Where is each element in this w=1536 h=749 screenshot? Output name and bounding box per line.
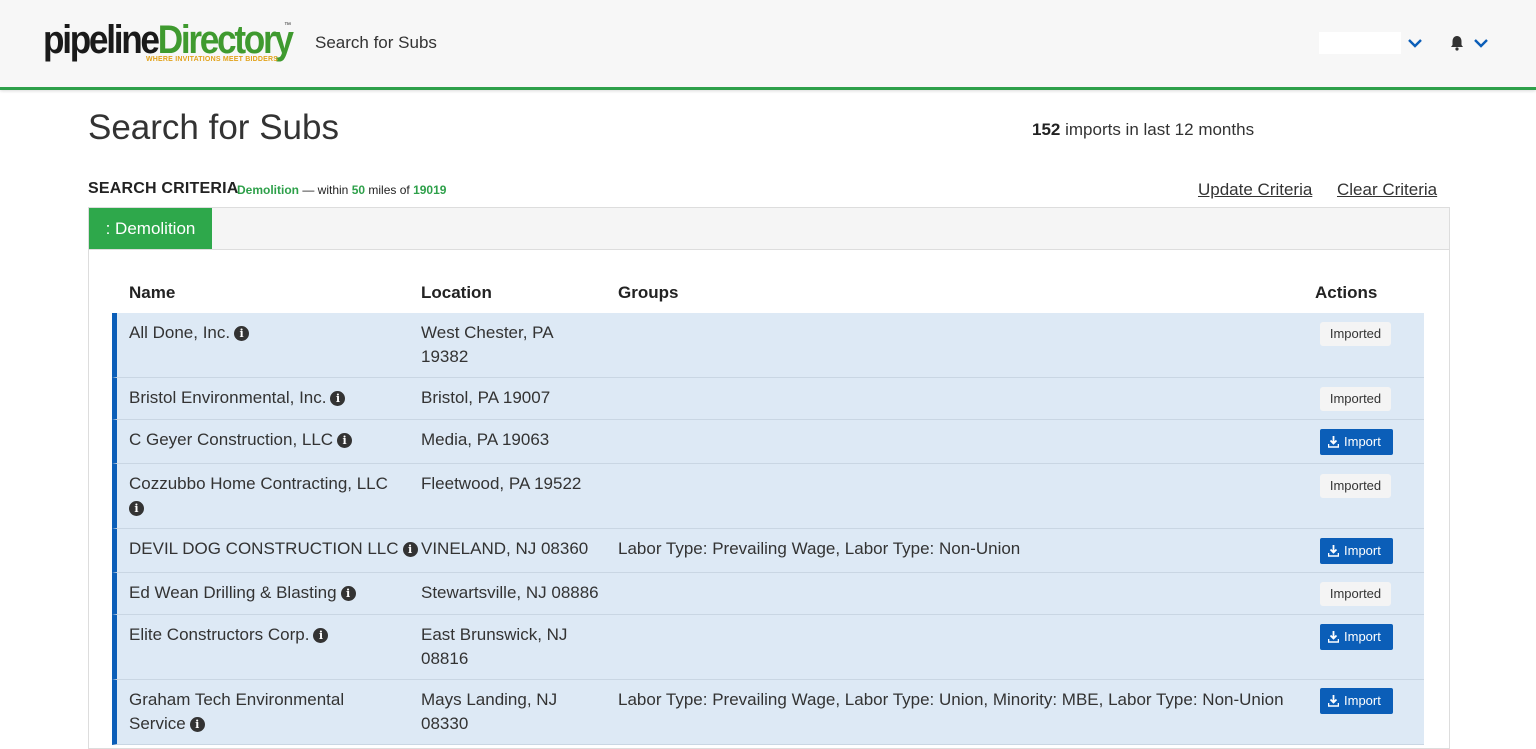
table-row: C Geyer Construction, LLC i Media, PA 190… — [112, 420, 1424, 464]
imported-badge: Imported — [1320, 474, 1391, 498]
imported-badge: Imported — [1320, 322, 1391, 346]
criteria-miles-of-text: miles of — [365, 183, 414, 197]
table-row: All Done, Inc. i West Chester, PA 19382 I… — [112, 313, 1424, 378]
sub-name-text: C Geyer Construction, LLC — [129, 430, 334, 449]
sub-location: Stewartsville, NJ 08886 — [421, 583, 599, 602]
sub-name[interactable]: Ed Wean Drilling & Blasting i — [129, 581, 419, 605]
sub-location: West Chester, PA 19382 — [421, 323, 553, 366]
import-button[interactable]: Import — [1320, 688, 1393, 714]
sub-groups: Labor Type: Prevailing Wage, Labor Type:… — [618, 690, 1284, 709]
criteria-trade: Demolition — [237, 183, 299, 197]
clear-criteria-link[interactable]: Clear Criteria — [1337, 180, 1437, 200]
chevron-down-icon[interactable] — [1406, 34, 1424, 52]
import-button-label: Import — [1344, 693, 1381, 708]
imports-count: 152 — [1032, 120, 1061, 139]
imports-text: imports in last 12 months — [1060, 120, 1255, 139]
info-icon[interactable]: i — [402, 542, 418, 557]
sub-location: Bristol, PA 19007 — [421, 388, 551, 407]
info-icon[interactable]: i — [129, 501, 144, 516]
table-row: Bristol Environmental, Inc. i Bristol, PA… — [112, 378, 1424, 420]
column-header-name: Name — [129, 283, 176, 302]
table-row: Graham Tech Environmental Service i Mays … — [112, 680, 1424, 745]
column-header-actions: Actions — [1315, 283, 1378, 302]
notifications-chevron-down-icon[interactable] — [1472, 34, 1490, 52]
info-icon[interactable]: i — [234, 326, 250, 341]
import-button-label: Import — [1344, 629, 1381, 644]
download-icon — [1328, 436, 1339, 448]
subs-table: All Done, Inc. i West Chester, PA 19382 I… — [112, 313, 1424, 745]
imports-summary: 152 imports in last 12 months — [1032, 120, 1254, 140]
sub-name[interactable]: Elite Constructors Corp. i — [129, 623, 419, 647]
bell-icon[interactable] — [1448, 34, 1466, 52]
sub-location: Mays Landing, NJ 08330 — [421, 690, 558, 733]
sub-name[interactable]: DEVIL DOG CONSTRUCTION LLC i — [129, 537, 419, 561]
info-icon[interactable]: i — [189, 717, 205, 732]
nav-search-for-subs[interactable]: Search for Subs — [315, 33, 437, 53]
import-button-label: Import — [1344, 434, 1381, 449]
sub-location: VINELAND, NJ 08360 — [421, 539, 589, 558]
info-icon[interactable]: i — [337, 433, 353, 448]
import-button[interactable]: Import — [1320, 624, 1393, 650]
import-button[interactable]: Import — [1320, 429, 1393, 455]
sub-name[interactable]: C Geyer Construction, LLC i — [129, 428, 409, 452]
sub-name-text: Ed Wean Drilling & Blasting — [129, 583, 337, 602]
table-row: Ed Wean Drilling & Blasting i Stewartsvil… — [112, 573, 1424, 615]
import-button-label: Import — [1344, 543, 1381, 558]
sub-name[interactable]: Graham Tech Environmental Service i — [129, 688, 359, 736]
table-row: DEVIL DOG CONSTRUCTION LLC i VINELAND, NJ… — [112, 529, 1424, 573]
logo-tagline: WHERE INVITATIONS MEET BIDDERS — [146, 56, 279, 63]
imported-badge: Imported — [1320, 582, 1391, 606]
sub-name[interactable]: Cozzubbo Home Contracting, LLC i — [129, 472, 399, 520]
download-icon — [1328, 545, 1339, 557]
trade-tab-bar: : Demolition — [89, 208, 1449, 250]
page-title: Search for Subs — [88, 108, 339, 147]
criteria-zip: 19019 — [413, 183, 447, 197]
top-navbar: pipelineDirectory WHERE INVITATIONS MEET… — [0, 0, 1536, 90]
sub-location: Fleetwood, PA 19522 — [421, 474, 582, 493]
sub-name-text: Elite Constructors Corp. — [129, 625, 310, 644]
download-icon — [1328, 631, 1339, 643]
column-header-groups: Groups — [618, 283, 679, 302]
import-button[interactable]: Import — [1320, 538, 1393, 564]
table-row: Cozzubbo Home Contracting, LLC i Fleetwoo… — [112, 464, 1424, 529]
info-icon[interactable]: i — [313, 628, 329, 643]
criteria-miles: 50 — [351, 183, 366, 197]
logo-trademark: ™ — [284, 22, 291, 29]
tab-demolition[interactable]: : Demolition — [89, 208, 212, 249]
sub-location: Media, PA 19063 — [421, 430, 550, 449]
table-row: Elite Constructors Corp. i East Brunswick… — [112, 615, 1424, 680]
sub-name-text: Graham Tech Environmental Service — [129, 690, 345, 733]
download-icon — [1328, 695, 1339, 707]
search-criteria-label: SEARCH CRITERIA — [88, 180, 239, 197]
sub-location: East Brunswick, NJ 08816 — [421, 625, 568, 668]
user-account-box[interactable] — [1319, 32, 1401, 54]
sub-name-text: Bristol Environmental, Inc. — [129, 388, 327, 407]
update-criteria-link[interactable]: Update Criteria — [1198, 180, 1312, 200]
sub-name[interactable]: All Done, Inc. i — [129, 321, 409, 345]
info-icon[interactable]: i — [340, 586, 356, 601]
sub-name-text: DEVIL DOG CONSTRUCTION LLC — [129, 539, 399, 558]
sub-groups: Labor Type: Prevailing Wage, Labor Type:… — [618, 539, 1021, 558]
sub-name-text: Cozzubbo Home Contracting, LLC — [129, 474, 388, 493]
column-header-location: Location — [421, 283, 492, 302]
search-criteria-summary: Demolition — within 50 miles of 19019 — [237, 183, 446, 197]
info-icon[interactable]: i — [330, 391, 346, 406]
pipeline-directory-logo[interactable]: pipelineDirectory WHERE INVITATIONS MEET… — [43, 18, 294, 68]
sub-name[interactable]: Bristol Environmental, Inc. i — [129, 386, 409, 410]
criteria-within-text: — within — [299, 183, 352, 197]
sub-name-text: All Done, Inc. — [129, 323, 231, 342]
imported-badge: Imported — [1320, 387, 1391, 411]
